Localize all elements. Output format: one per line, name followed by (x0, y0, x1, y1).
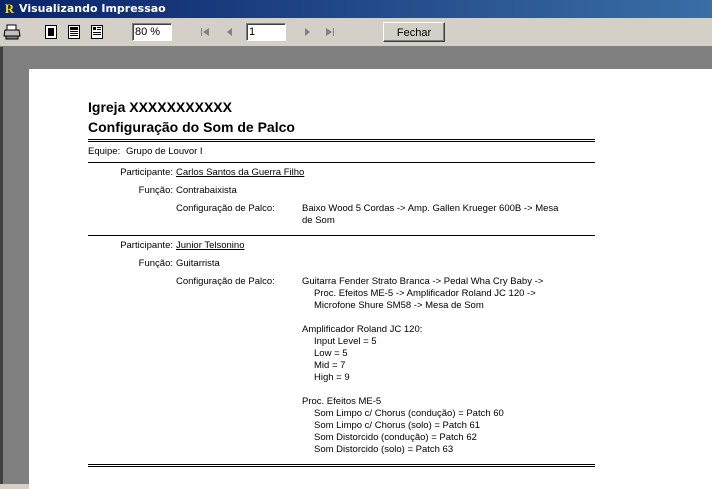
config-line: de Som (302, 215, 335, 226)
config-line: Amplificador Roland JC 120: (302, 324, 423, 335)
participant-divider (88, 235, 595, 236)
church-name: Igreja XXXXXXXXXXX (88, 99, 232, 115)
first-page-icon (201, 28, 209, 36)
app-logo-icon: R (4, 1, 15, 16)
config-line: Proc. Efeitos ME-5 -> Amplificador Rolan… (314, 288, 536, 299)
page-grid-icon (91, 25, 103, 39)
team-label: Equipe: (88, 146, 121, 157)
participant-label: Participante: (120, 167, 173, 178)
config-line: Low = 5 (314, 348, 348, 359)
window-title: Visualizando Impressao (19, 2, 166, 15)
page-width-button[interactable] (42, 23, 60, 41)
next-page-icon (305, 28, 310, 36)
multi-page-button[interactable] (88, 23, 106, 41)
print-button[interactable] (3, 23, 21, 41)
close-button[interactable]: Fechar (383, 22, 445, 42)
previous-page-icon (227, 28, 232, 36)
whole-page-button[interactable] (65, 23, 83, 41)
participant-name[interactable]: Carlos Santos da Guerra Filho (176, 167, 304, 179)
participant-label: Participante: (120, 240, 173, 251)
function-value: Guitarrista (176, 258, 220, 269)
config-line: Som Limpo c/ Chorus (solo) = Patch 61 (314, 420, 481, 431)
config-line: Som Limpo c/ Chorus (condução) = Patch 6… (314, 408, 504, 419)
team-value: Grupo de Louvor I (126, 146, 203, 157)
config-line: Som Distorcido (solo) = Patch 63 (314, 444, 454, 455)
printer-icon (3, 24, 21, 40)
single-page-icon (45, 25, 57, 39)
report-page: Igreja XXXXXXXXXXX Configuração do Som d… (29, 69, 712, 489)
config-line: Mid = 7 (314, 360, 346, 371)
toolbar: 80 % 1 Fechar (0, 18, 712, 47)
function-label: Função: (138, 258, 173, 269)
preview-viewport[interactable]: Igreja XXXXXXXXXXX Configuração do Som d… (0, 47, 712, 489)
page-lines-icon (68, 25, 80, 39)
config-line: Microfone Shure SM58 -> Mesa de Som (314, 300, 484, 311)
first-page-button[interactable] (196, 23, 214, 41)
window-titlebar: R Visualizando Impressao (0, 0, 712, 18)
page-number-input[interactable]: 1 (246, 23, 286, 41)
config-line: Proc. Efeitos ME-5 (302, 396, 382, 407)
previous-page-button[interactable] (221, 23, 239, 41)
last-page-button[interactable] (321, 23, 339, 41)
function-value: Contrabaixista (176, 185, 237, 196)
header-divider (88, 139, 595, 142)
section-divider (88, 162, 595, 163)
config-label: Configuração de Palco: (176, 203, 275, 214)
last-page-icon (326, 28, 334, 36)
config-line: Input Level = 5 (314, 336, 377, 347)
function-label: Função: (138, 185, 173, 196)
next-page-button[interactable] (298, 23, 316, 41)
config-line: High = 9 (314, 372, 350, 383)
config-line: Som Distorcido (condução) = Patch 62 (314, 432, 477, 443)
participant-name[interactable]: Junior Telsonino (176, 240, 244, 252)
report-heading: Configuração do Som de Palco (88, 119, 295, 135)
config-label: Configuração de Palco: (176, 276, 275, 287)
config-line: Baixo Wood 5 Cordas -> Amp. Gallen Krueg… (302, 203, 559, 214)
zoom-input[interactable]: 80 % (132, 23, 172, 41)
config-line: Guitarra Fender Strato Branca -> Pedal W… (302, 276, 544, 287)
footer-divider (88, 464, 595, 467)
